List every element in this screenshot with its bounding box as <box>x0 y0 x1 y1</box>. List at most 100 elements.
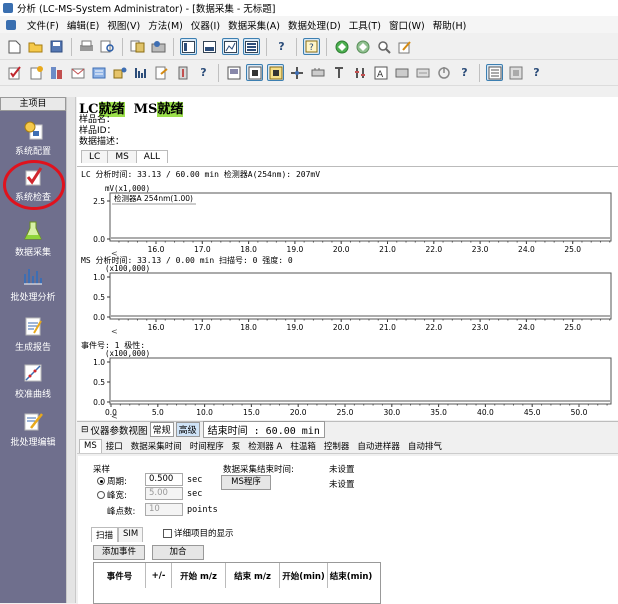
method-new-icon[interactable] <box>27 64 44 81</box>
col-polarity[interactable]: +/- <box>146 563 172 588</box>
stop-icon[interactable] <box>354 38 371 55</box>
tab-autosampler[interactable]: 自动进样器 <box>353 439 404 453</box>
menu-file[interactable]: 文件(F) <box>23 18 63 32</box>
peak-points-input[interactable]: 10 <box>145 503 183 516</box>
tab-all[interactable]: ALL <box>135 150 168 163</box>
tab-column-oven[interactable]: 柱温箱 <box>286 439 320 453</box>
ms-control-icon[interactable] <box>267 64 284 81</box>
toolbar-separator <box>122 37 123 56</box>
sidebar-item-batch-edit[interactable]: 批处理编辑 <box>0 410 66 448</box>
help-icon[interactable]: ? <box>273 38 290 55</box>
col-start-mz[interactable]: 开始 m/z <box>172 563 226 588</box>
start-icon[interactable] <box>333 38 350 55</box>
col-end-mz[interactable]: 结束 m/z <box>226 563 280 588</box>
data-browser-icon[interactable] <box>486 64 503 81</box>
tab-pump[interactable]: 泵 <box>228 439 245 453</box>
sidebar-item-data-acquisition[interactable]: 数据采集 <box>0 220 66 258</box>
autosampler-icon[interactable] <box>309 64 326 81</box>
menu-tools[interactable]: 工具(T) <box>345 18 385 32</box>
radio-selected-icon[interactable] <box>97 477 105 485</box>
x-tick-label: 35.0 <box>430 408 447 417</box>
peak-width-input[interactable]: 5.00 <box>145 487 183 500</box>
ms-chart: (x100,000)1.0 0.5 0.0 16.0 17.0 18.0 19.0 20.0 2… <box>93 265 612 335</box>
menu-edit[interactable]: 编辑(E) <box>63 18 103 32</box>
period-label: 周期: <box>107 477 127 487</box>
sample-list-icon[interactable] <box>90 64 107 81</box>
help-icon-3[interactable]: ? <box>456 64 473 81</box>
save-icon[interactable] <box>48 38 65 55</box>
tab-detector-a[interactable]: 检测器 A <box>244 439 286 453</box>
method-batch-icon[interactable] <box>48 64 65 81</box>
mail-icon[interactable] <box>69 64 86 81</box>
advanced-view-button[interactable]: 高级 <box>175 422 200 437</box>
layout-view-4-icon[interactable] <box>243 38 260 55</box>
splitter[interactable] <box>66 97 76 603</box>
new-file-icon[interactable] <box>6 38 23 55</box>
menu-app-icon[interactable] <box>2 19 23 30</box>
keypad-icon[interactable] <box>414 64 431 81</box>
menu-help[interactable]: 帮助(H) <box>429 18 471 32</box>
tuning-icon[interactable] <box>351 64 368 81</box>
layout-view-1-icon[interactable] <box>180 38 197 55</box>
col-event-no[interactable]: 事件号 <box>94 563 146 588</box>
copy-method-icon[interactable] <box>129 38 146 55</box>
col-end-min[interactable]: 结束(min) <box>328 563 374 588</box>
menu-window[interactable]: 窗口(W) <box>385 18 429 32</box>
layout-view-3-icon[interactable] <box>222 38 239 55</box>
print-icon[interactable] <box>78 38 95 55</box>
method-check-icon[interactable] <box>6 64 23 81</box>
sidebar-item-system-config[interactable]: 系统配置 <box>0 119 66 157</box>
ms-program-button[interactable]: MS程序 <box>221 475 271 490</box>
tab-sim[interactable]: SIM <box>118 527 144 542</box>
menu-acquisition[interactable]: 数据采集(A) <box>224 18 284 32</box>
menu-method[interactable]: 方法(M) <box>144 18 187 32</box>
sidebar-item-report[interactable]: 生成报告 <box>0 315 66 353</box>
menu-processing[interactable]: 数据处理(D) <box>284 18 345 32</box>
normal-view-button[interactable]: 常规 <box>149 422 174 437</box>
period-radio[interactable]: 周期: <box>97 475 127 487</box>
tab-time-program[interactable]: 时间程序 <box>186 439 228 453</box>
instrument-monitor-icon[interactable] <box>225 64 242 81</box>
method-edit-icon[interactable] <box>396 38 413 55</box>
syringe-icon[interactable] <box>330 64 347 81</box>
col-start-min[interactable]: 开始(min) <box>280 563 328 588</box>
gradient-icon[interactable] <box>132 64 149 81</box>
menu-instrument[interactable]: 仪器(I) <box>187 18 224 32</box>
layout-view-2-icon[interactable] <box>201 38 218 55</box>
merge-button[interactable]: 加合 <box>152 545 204 560</box>
detector-icon[interactable] <box>153 64 170 81</box>
open-folder-icon[interactable] <box>27 38 44 55</box>
power-icon[interactable] <box>435 64 452 81</box>
checkbox-icon[interactable] <box>163 528 172 538</box>
column-oven-icon[interactable] <box>174 64 191 81</box>
radio-empty-icon[interactable] <box>97 491 105 499</box>
lc-control-icon[interactable] <box>246 64 263 81</box>
tab-ms[interactable]: MS <box>107 150 137 163</box>
print-preview-icon[interactable] <box>99 38 116 55</box>
detail-checkbox[interactable]: 详细项目的显示 <box>163 527 234 539</box>
add-event-button[interactable]: 添加事件 <box>93 545 145 560</box>
display-icon[interactable] <box>393 64 410 81</box>
context-help-icon[interactable]: ? <box>303 38 320 55</box>
tab-interface[interactable]: 接口 <box>102 439 127 453</box>
help-icon-2[interactable]: ? <box>195 64 212 81</box>
search-icon[interactable] <box>375 38 392 55</box>
sidebar-item-calibration[interactable]: 校准曲线 <box>0 362 66 400</box>
pump-icon[interactable] <box>111 64 128 81</box>
spectrum-icon[interactable]: A <box>372 64 389 81</box>
valve-icon[interactable] <box>288 64 305 81</box>
instrument-icon[interactable] <box>150 38 167 55</box>
sidebar-item-batch-analysis[interactable]: 批处理分析 <box>0 265 66 303</box>
tab-auto-purge[interactable]: 自动排气 <box>404 439 446 453</box>
tab-lc[interactable]: LC <box>81 150 109 163</box>
tab-controller[interactable]: 控制器 <box>320 439 354 453</box>
peak-width-radio[interactable]: 峰宽: <box>97 489 127 501</box>
period-input[interactable]: 0.500 <box>145 473 183 486</box>
help-icon-4[interactable]: ? <box>528 64 545 81</box>
collapse-icon[interactable]: ⊟ <box>81 425 89 435</box>
data-list-icon[interactable] <box>507 64 524 81</box>
menu-view[interactable]: 视图(V) <box>103 18 144 32</box>
tab-ms-params[interactable]: MS <box>79 439 102 453</box>
tab-acq-time[interactable]: 数据采集时间 <box>127 439 186 453</box>
tab-scan[interactable]: 扫描 <box>91 527 119 542</box>
